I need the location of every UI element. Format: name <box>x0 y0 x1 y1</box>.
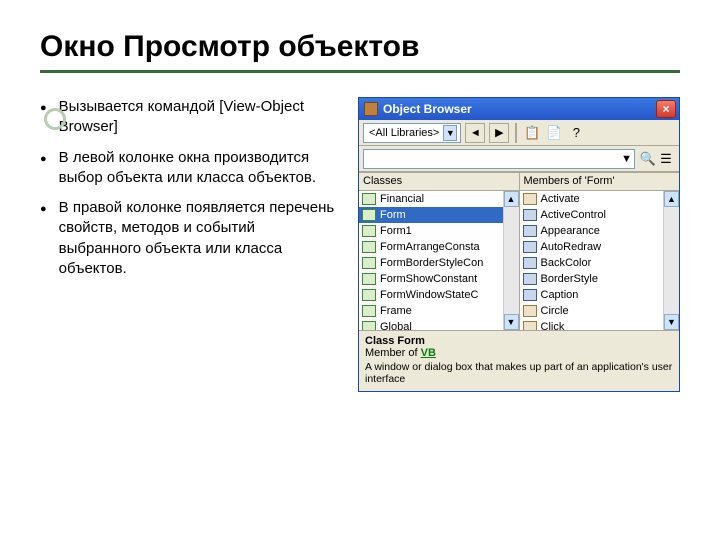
close-button[interactable]: × <box>656 100 676 118</box>
class-row[interactable]: FormShowConstant <box>359 271 519 287</box>
slide-title: Окно Просмотр объектов <box>40 30 680 64</box>
property-icon <box>523 241 537 253</box>
bullet-item: Вызывается командой [View-Object Browser… <box>59 97 340 138</box>
class-icon <box>362 321 376 330</box>
classes-header: Classes <box>359 173 519 191</box>
class-row[interactable]: Global <box>359 319 519 330</box>
toolbar: <All Libraries> ▼ ◄ ▶ 📋 📄 ? <box>359 120 679 146</box>
accent-circle <box>44 108 66 130</box>
scrollbar[interactable]: ▲ ▼ <box>503 191 519 330</box>
class-row[interactable]: Frame <box>359 303 519 319</box>
chevron-down-icon: ▼ <box>443 125 457 141</box>
search-combo[interactable]: ▼ <box>363 149 635 169</box>
desc-body: A window or dialog box that makes up par… <box>365 361 673 385</box>
library-combo-value: <All Libraries> <box>369 127 439 139</box>
copy-icon[interactable]: 📋 <box>523 124 541 142</box>
bullet-item: В левой колонке окна производится выбор … <box>59 148 340 189</box>
description-pane: Class Form Member of VB A window or dial… <box>359 330 679 391</box>
class-icon <box>362 257 376 269</box>
member-row[interactable]: AutoRedraw <box>520 239 680 255</box>
desc-member-link[interactable]: VB <box>421 347 436 359</box>
show-search-results-icon[interactable]: ☰ <box>657 150 675 168</box>
class-icon <box>362 273 376 285</box>
nav-forward-button[interactable]: ▶ <box>489 123 509 143</box>
object-browser-window: Object Browser × <All Libraries> ▼ ◄ ▶ 📋… <box>358 97 680 392</box>
scroll-down-icon[interactable]: ▼ <box>664 314 679 330</box>
member-row[interactable]: Activate <box>520 191 680 207</box>
class-icon <box>362 225 376 237</box>
desc-class: Class Form <box>365 335 673 347</box>
chevron-down-icon: ▼ <box>621 153 632 165</box>
property-icon <box>523 273 537 285</box>
class-row[interactable]: FormBorderStyleCon <box>359 255 519 271</box>
class-icon <box>362 241 376 253</box>
nav-back-button[interactable]: ◄ <box>465 123 485 143</box>
member-row[interactable]: Caption <box>520 287 680 303</box>
help-icon[interactable]: ? <box>567 124 585 142</box>
binoculars-icon[interactable]: 🔍 <box>639 150 657 168</box>
class-icon <box>362 305 376 317</box>
classes-pane: Classes Financial Form Form1 FormArrange… <box>359 173 520 330</box>
member-row[interactable]: BorderStyle <box>520 271 680 287</box>
property-icon <box>523 289 537 301</box>
class-row[interactable]: Form <box>359 207 519 223</box>
class-icon <box>362 193 376 205</box>
class-row[interactable]: FormWindowStateC <box>359 287 519 303</box>
class-row[interactable]: FormArrangeConsta <box>359 239 519 255</box>
scrollbar[interactable]: ▲ ▼ <box>663 191 679 330</box>
app-icon <box>364 102 378 116</box>
scroll-up-icon[interactable]: ▲ <box>504 191 519 207</box>
scroll-up-icon[interactable]: ▲ <box>664 191 679 207</box>
class-icon <box>362 289 376 301</box>
separator <box>515 123 517 143</box>
member-row[interactable]: Appearance <box>520 223 680 239</box>
class-icon <box>362 209 376 221</box>
titlebar[interactable]: Object Browser × <box>359 98 679 120</box>
bullet-list: Вызывается командой [View-Object Browser… <box>40 97 340 392</box>
members-header: Members of 'Form' <box>520 173 680 191</box>
class-row[interactable]: Form1 <box>359 223 519 239</box>
member-row[interactable]: Circle <box>520 303 680 319</box>
library-combo[interactable]: <All Libraries> ▼ <box>363 123 461 143</box>
member-row[interactable]: Click <box>520 319 680 330</box>
view-definition-icon[interactable]: 📄 <box>545 124 563 142</box>
property-icon <box>523 209 537 221</box>
member-row[interactable]: ActiveControl <box>520 207 680 223</box>
property-icon <box>523 225 537 237</box>
method-icon <box>523 321 537 330</box>
search-bar: ▼ 🔍 ☰ <box>359 146 679 172</box>
scroll-down-icon[interactable]: ▼ <box>504 314 519 330</box>
property-icon <box>523 257 537 269</box>
member-row[interactable]: BackColor <box>520 255 680 271</box>
members-pane: Members of 'Form' Activate ActiveControl… <box>520 173 680 330</box>
desc-member-prefix: Member of <box>365 347 421 359</box>
window-title: Object Browser <box>383 102 472 116</box>
bullet-item: В правой колонке появляется перечень сво… <box>59 198 340 279</box>
method-icon <box>523 305 537 317</box>
class-row[interactable]: Financial <box>359 191 519 207</box>
method-icon <box>523 193 537 205</box>
